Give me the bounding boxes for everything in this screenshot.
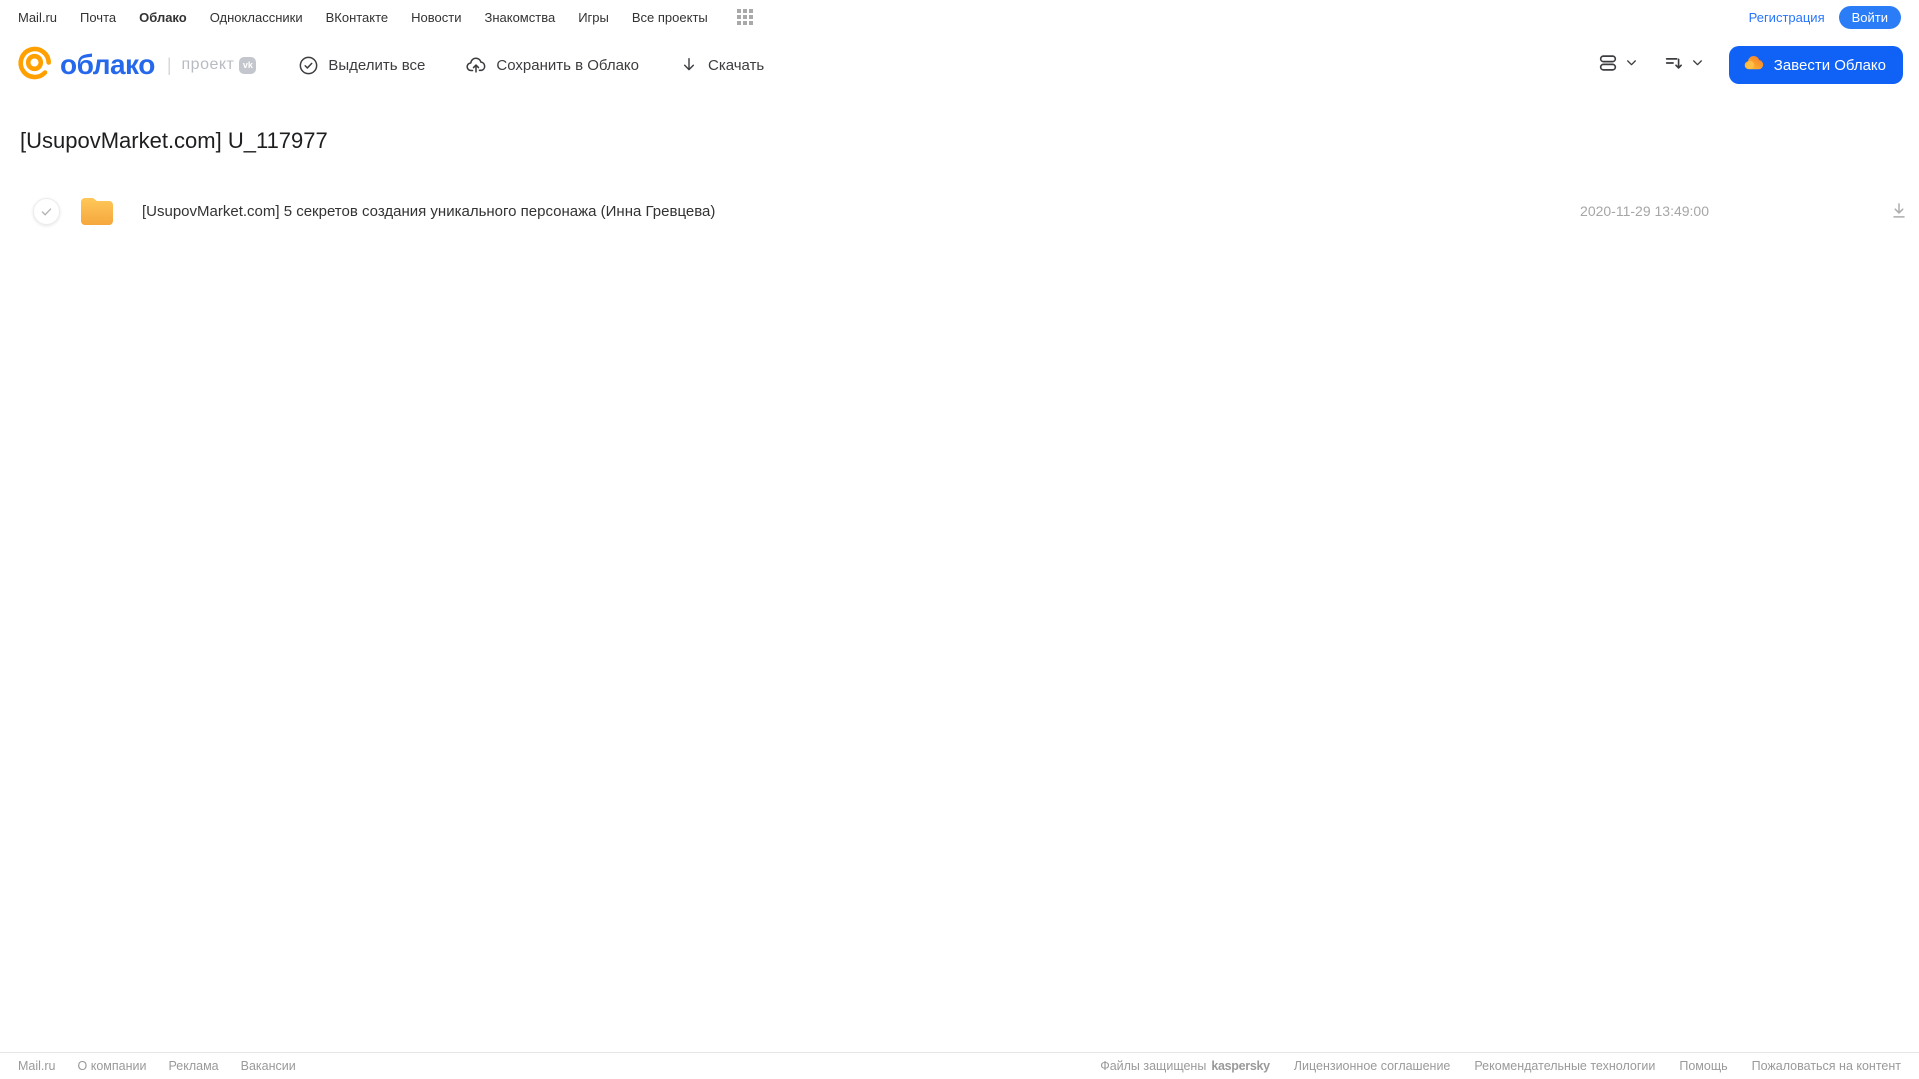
file-date: 2020-11-29 13:49:00 bbox=[1580, 203, 1709, 219]
get-cloud-button[interactable]: Завести Облако bbox=[1728, 46, 1903, 84]
footer-left-links: Mail.ru О компании Реклама Вакансии bbox=[18, 1059, 296, 1073]
logo-wordmark: облако bbox=[60, 49, 155, 80]
select-all-button[interactable]: Выделить все bbox=[298, 55, 425, 76]
footer-link-about[interactable]: О компании bbox=[78, 1059, 147, 1073]
nav-item-mailru[interactable]: Mail.ru bbox=[18, 10, 57, 25]
check-circle-icon bbox=[298, 55, 319, 76]
nav-item-pochta[interactable]: Почта bbox=[80, 10, 116, 25]
save-to-cloud-label: Сохранить в Облако bbox=[496, 56, 639, 74]
apps-grid-icon[interactable] bbox=[736, 9, 753, 25]
file-name[interactable]: [UsupovMarket.com] 5 секретов создания у… bbox=[142, 203, 1580, 220]
footer-link-ads[interactable]: Реклама bbox=[168, 1059, 218, 1073]
row-download-icon[interactable] bbox=[1889, 201, 1909, 221]
sort-dropdown[interactable] bbox=[1663, 52, 1704, 79]
footer-link-recommendations[interactable]: Рекомендательные технологии bbox=[1474, 1059, 1655, 1073]
view-toggle-icon bbox=[1597, 52, 1619, 79]
footer-link-license[interactable]: Лицензионное соглашение bbox=[1294, 1059, 1451, 1073]
nav-item-igry[interactable]: Игры bbox=[578, 10, 609, 25]
cloud-upload-icon bbox=[465, 54, 487, 76]
file-actions-toolbar: Выделить все Сохранить в Облако Скачать bbox=[298, 54, 764, 76]
save-to-cloud-button[interactable]: Сохранить в Облако bbox=[465, 54, 639, 76]
folder-icon bbox=[80, 196, 114, 226]
row-checkbox[interactable] bbox=[33, 197, 60, 225]
portal-links: Mail.ru Почта Облако Одноклассники ВКонт… bbox=[18, 9, 753, 25]
footer: Mail.ru О компании Реклама Вакансии Файл… bbox=[0, 1052, 1919, 1079]
footer-link-jobs[interactable]: Вакансии bbox=[241, 1059, 296, 1073]
cloud-mail-page: Mail.ru Почта Облако Одноклассники ВКонт… bbox=[0, 0, 1919, 1079]
footer-right-links: Файлы защищены kaspersky Лицензионное сог… bbox=[1100, 1059, 1901, 1073]
logo-divider: | bbox=[166, 54, 172, 75]
checkmark-icon bbox=[41, 207, 52, 215]
kaspersky-logo: kaspersky bbox=[1211, 1059, 1270, 1073]
file-row[interactable]: [UsupovMarket.com] 5 секретов создания у… bbox=[0, 185, 1919, 237]
footer-link-report[interactable]: Пожаловаться на контент bbox=[1752, 1059, 1901, 1073]
nav-item-oblako[interactable]: Облако bbox=[139, 10, 187, 25]
nav-item-novosti[interactable]: Новости bbox=[411, 10, 461, 25]
orange-cloud-icon bbox=[1742, 52, 1765, 79]
portal-navbar: Mail.ru Почта Облако Одноклассники ВКонт… bbox=[0, 0, 1919, 34]
registration-link[interactable]: Регистрация bbox=[1749, 10, 1825, 25]
login-button[interactable]: Войти bbox=[1838, 5, 1901, 29]
header-right-controls: Завести Облако bbox=[1597, 46, 1903, 84]
project-label: проект bbox=[181, 56, 235, 73]
main-content: [UsupovMarket.com] U_117977 [UsupovMarke… bbox=[0, 128, 1919, 237]
get-cloud-label: Завести Облако bbox=[1773, 56, 1886, 74]
nav-item-znakomstva[interactable]: Знакомства bbox=[484, 10, 555, 25]
download-label: Скачать bbox=[708, 56, 765, 74]
view-toggle-dropdown[interactable] bbox=[1597, 52, 1638, 79]
footer-link-mailru[interactable]: Mail.ru bbox=[18, 1059, 56, 1073]
nav-item-odnoklassniki[interactable]: Одноклассники bbox=[210, 10, 303, 25]
auth-area: Регистрация Войти bbox=[1749, 5, 1901, 29]
sort-icon bbox=[1663, 52, 1685, 79]
protected-label: Файлы защищены bbox=[1100, 1059, 1207, 1073]
header-toolbar: облако | проект vk Выделить все Сохранит… bbox=[0, 34, 1919, 96]
vk-badge-icon: vk bbox=[239, 56, 257, 74]
page-title: [UsupovMarket.com] U_117977 bbox=[20, 128, 328, 153]
mailru-at-icon bbox=[16, 44, 53, 86]
select-all-label: Выделить все bbox=[328, 56, 426, 74]
nav-item-all-projects[interactable]: Все проекты bbox=[632, 10, 708, 25]
chevron-down-icon bbox=[1625, 56, 1638, 74]
footer-link-help[interactable]: Помощь bbox=[1679, 1059, 1727, 1073]
chevron-down-icon bbox=[1691, 56, 1704, 74]
cloud-logo[interactable]: облако | проект vk bbox=[16, 44, 257, 86]
download-button[interactable]: Скачать bbox=[679, 55, 764, 75]
download-arrow-icon bbox=[679, 55, 699, 75]
nav-item-vkontakte[interactable]: ВКонтакте bbox=[326, 10, 389, 25]
kaspersky-protected: Файлы защищены kaspersky bbox=[1100, 1059, 1270, 1073]
